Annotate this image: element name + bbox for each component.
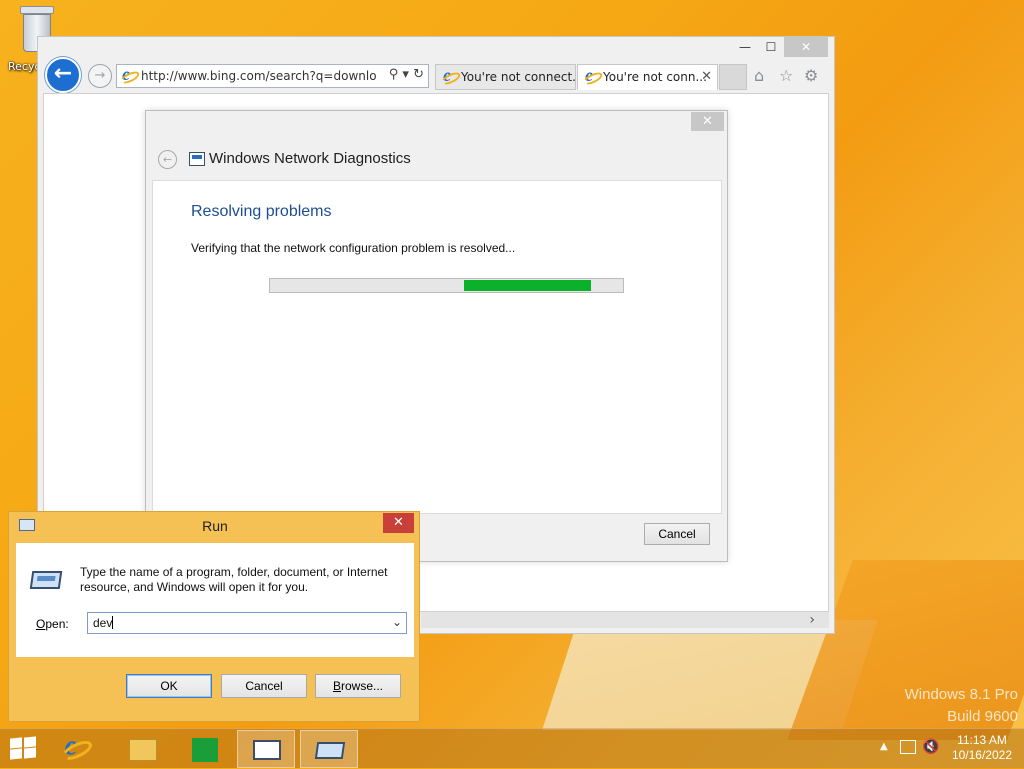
- progress-bar: [269, 278, 624, 293]
- start-button[interactable]: [10, 736, 38, 761]
- taskbar-network-diagnostics[interactable]: [237, 730, 295, 768]
- open-label-rest: pen:: [45, 617, 69, 631]
- close-button[interactable]: ✕: [691, 112, 724, 131]
- home-icon[interactable]: ⌂: [754, 66, 764, 85]
- windows-logo-pane: [24, 747, 36, 759]
- tab-not-connected-2[interactable]: You're not conn... ✕: [577, 64, 718, 90]
- maximize-button[interactable]: ☐: [758, 37, 784, 57]
- watermark-edition: Windows 8.1 Pro: [904, 686, 1018, 703]
- ie-logo-icon: [441, 65, 457, 86]
- scroll-right-icon[interactable]: ›: [809, 612, 815, 628]
- taskbar-file-explorer[interactable]: [113, 730, 171, 768]
- windows-logo-pane: [10, 737, 22, 749]
- settings-gear-icon[interactable]: ⚙: [804, 66, 818, 85]
- text-caret: [112, 616, 114, 629]
- diagnostics-panel: Resolving problems Verifying that the ne…: [152, 180, 722, 514]
- address-url[interactable]: http://www.bing.com/search?q=download+: [141, 69, 377, 83]
- taskbar-internet-explorer[interactable]: [50, 729, 108, 768]
- favorites-star-icon[interactable]: ☆: [779, 66, 793, 85]
- network-diagnostics-icon: [253, 740, 281, 760]
- close-button[interactable]: ✕: [383, 513, 414, 533]
- run-dialog: Run ✕ Type the name of a program, folder…: [8, 511, 420, 722]
- address-tools[interactable]: ⚲ ▾ ↻: [389, 67, 424, 82]
- cancel-button[interactable]: Cancel: [221, 674, 307, 698]
- run-program-icon: [29, 571, 63, 589]
- status-message: Verifying that the network configuration…: [191, 241, 516, 255]
- tab-title: You're not connect...: [461, 70, 584, 84]
- tab-not-connected-1[interactable]: You're not connect...: [435, 64, 584, 90]
- open-input[interactable]: dev ⌄: [87, 612, 407, 634]
- run-icon: [314, 742, 346, 759]
- windows-logo-pane: [10, 748, 22, 760]
- horizontal-scrollbar[interactable]: ›: [421, 612, 829, 628]
- open-input-value[interactable]: dev: [93, 616, 112, 630]
- ie-logo-icon: [583, 65, 599, 86]
- browse-button[interactable]: Browse...: [315, 674, 401, 698]
- taskbar: ▲ 🔇 11:13 AM 10/16/2022: [0, 728, 1024, 768]
- recycle-bin-label[interactable]: Recyc: [8, 60, 41, 73]
- page-title: Resolving problems: [191, 203, 332, 220]
- forward-button[interactable]: →: [88, 64, 112, 88]
- close-button[interactable]: ✕: [784, 37, 828, 57]
- open-label-mnemonic: O: [36, 617, 46, 631]
- back-button[interactable]: ←: [158, 150, 177, 169]
- chevron-down-icon[interactable]: ⌄: [392, 615, 402, 629]
- open-label: Open:: [36, 617, 69, 631]
- system-tray: ▲ 🔇 11:13 AM 10/16/2022: [864, 729, 1024, 769]
- ie-logo-icon: [120, 64, 136, 85]
- ok-button[interactable]: OK: [126, 674, 212, 698]
- progress-fill: [464, 280, 591, 291]
- browse-label-rest: rowse...: [341, 679, 384, 693]
- window-title: Windows Network Diagnostics: [209, 150, 411, 167]
- windows-logo-pane: [24, 736, 36, 748]
- windows-watermark: Windows 8.1 Pro Build 9600: [905, 684, 1018, 728]
- internet-explorer-icon: [61, 729, 87, 763]
- store-icon: [192, 738, 218, 762]
- new-tab-button[interactable]: [719, 64, 747, 90]
- taskbar-run[interactable]: [300, 730, 358, 768]
- minimize-button[interactable]: —: [732, 37, 758, 57]
- network-status-icon[interactable]: [900, 740, 916, 754]
- clock-date: 10/16/2022: [951, 748, 1012, 762]
- folder-icon: [129, 739, 157, 761]
- cancel-button[interactable]: Cancel: [644, 523, 710, 545]
- network-diagnostics-icon: [189, 152, 205, 166]
- clock[interactable]: 11:13 AM 10/16/2022: [952, 733, 1012, 763]
- show-hidden-icons-icon[interactable]: ▲: [880, 741, 888, 752]
- run-body: Type the name of a program, folder, docu…: [16, 543, 414, 657]
- taskbar-store[interactable]: [176, 730, 234, 768]
- tab-title: You're not conn...: [603, 70, 707, 84]
- run-description: Type the name of a program, folder, docu…: [80, 565, 388, 594]
- browse-mnemonic: B: [332, 679, 341, 693]
- tab-close-icon[interactable]: ✕: [701, 69, 712, 84]
- back-button[interactable]: ←: [45, 57, 81, 93]
- clock-time: 11:13 AM: [957, 733, 1007, 747]
- volume-muted-icon[interactable]: 🔇: [922, 739, 939, 755]
- watermark-build: Build 9600: [947, 708, 1018, 725]
- dialog-title: Run: [202, 518, 228, 534]
- network-diagnostics-window: ✕ ← Windows Network Diagnostics Resolvin…: [145, 110, 728, 562]
- recycle-bin-lid: [20, 6, 54, 14]
- address-bar[interactable]: http://www.bing.com/search?q=download+ ⚲…: [116, 64, 429, 88]
